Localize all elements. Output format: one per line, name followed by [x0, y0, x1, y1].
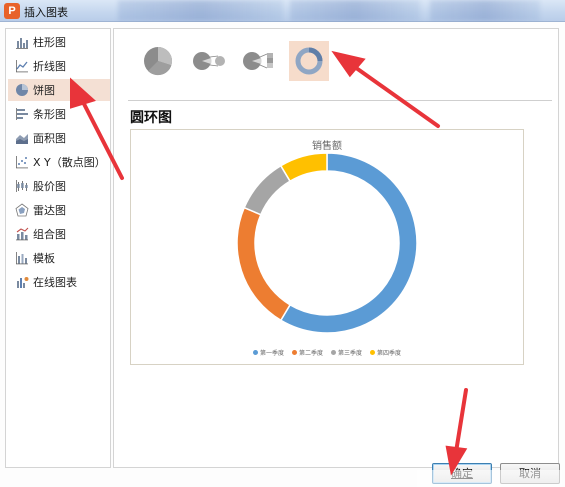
sidebar-item-label: 模板 [33, 252, 55, 265]
online-chart-icon [17, 277, 29, 288]
doughnut-slice [243, 164, 292, 216]
combo-chart-icon [16, 227, 29, 241]
ok-button-label: 确定 [451, 467, 473, 480]
bar-of-pie-subtype-icon [243, 52, 273, 70]
sidebar-item-column[interactable]: 柱形图 [8, 31, 110, 53]
legend-label: 第三季度 [338, 350, 363, 357]
sidebar-item-radar[interactable]: 雷达图 [8, 199, 110, 221]
chart-type-sidebar: 柱形图 折线图 饼图 条形图 面积图 X Y（散点图） 股价图 雷达图 组合图 … [5, 28, 111, 468]
sidebar-item-stock[interactable]: 股价图 [8, 175, 110, 197]
dialog-body: 柱形图 折线图 饼图 条形图 面积图 X Y（散点图） 股价图 雷达图 组合图 … [0, 22, 565, 487]
sidebar-item-bar[interactable]: 条形图 [8, 103, 110, 125]
legend-item: 第三季度 [331, 348, 362, 357]
legend-swatch [331, 350, 336, 355]
chart-preview: 销售额 第一季度 第二季度 第三季度 第四季度 [130, 129, 524, 365]
pie-of-pie-subtype-option[interactable] [189, 41, 229, 81]
pie-of-pie-subtype-icon [193, 52, 225, 70]
cancel-button[interactable]: 取消 [500, 463, 560, 484]
sidebar-item-line[interactable]: 折线图 [8, 55, 110, 77]
bar-chart-icon [16, 108, 28, 120]
doughnut-subtype-option[interactable] [289, 41, 329, 81]
legend-label: 第一季度 [259, 350, 284, 357]
legend-item: 第二季度 [291, 348, 323, 357]
stock-chart-icon [16, 180, 28, 192]
doughnut-slice [236, 206, 292, 322]
sidebar-item-label: 饼图 [33, 84, 55, 97]
section-divider [128, 100, 552, 101]
blurred-title-region [290, 0, 420, 21]
pie-chart-icon [16, 84, 28, 96]
section-title: 圆环图 [130, 110, 172, 126]
sidebar-item-label: 股价图 [33, 180, 66, 193]
window-title: 插入图表 [24, 6, 68, 19]
template-icon [16, 252, 28, 265]
cancel-button-label: 取消 [519, 467, 541, 480]
doughnut-slice [279, 152, 328, 183]
blurred-title-region [430, 0, 540, 21]
sidebar-item-label: 面积图 [33, 132, 66, 145]
line-chart-icon [16, 60, 28, 73]
sidebar-item-label: 在线图表 [33, 276, 77, 289]
chart-content-panel: 圆环图 销售额 第一季度 第二季度 第三季度 第四季度 [113, 28, 559, 468]
chart-legend: 第一季度 第二季度 第三季度 第四季度 [131, 348, 523, 357]
sidebar-item-label: X Y（散点图） [33, 156, 106, 169]
pie-subtype-icon [144, 47, 172, 76]
sidebar-item-area[interactable]: 面积图 [8, 127, 110, 149]
legend-swatch [370, 350, 376, 355]
doughnut-subtype-icon [295, 47, 323, 75]
radar-chart-icon [15, 203, 29, 217]
legend-swatch [252, 350, 258, 355]
sidebar-item-online[interactable]: 在线图表 [8, 271, 110, 293]
sidebar-item-label: 雷达图 [33, 204, 66, 217]
legend-swatch [291, 350, 297, 355]
title-bar: P 插入图表 [0, 0, 565, 22]
sidebar-item-template[interactable]: 模板 [8, 247, 110, 269]
area-chart-icon [16, 134, 28, 144]
legend-item: 第四季度 [370, 348, 401, 357]
legend-label: 第四季度 [377, 350, 402, 357]
legend-item: 第一季度 [252, 348, 284, 357]
doughnut-slice [279, 152, 418, 334]
app-logo-icon: P [4, 3, 20, 19]
sidebar-item-scatter[interactable]: X Y（散点图） [8, 151, 110, 173]
pie-subtype-option[interactable] [138, 41, 178, 81]
sidebar-item-label: 柱形图 [33, 36, 66, 49]
ok-button[interactable]: 确定 [432, 463, 492, 484]
sidebar-item-combo[interactable]: 组合图 [8, 223, 110, 245]
sidebar-item-label: 折线图 [33, 60, 66, 73]
column-chart-icon [16, 38, 28, 49]
doughnut-chart [236, 152, 418, 334]
sidebar-item-label: 条形图 [33, 108, 66, 121]
blurred-title-region [118, 0, 283, 21]
sidebar-item-label: 组合图 [33, 228, 66, 241]
legend-label: 第二季度 [298, 350, 323, 357]
scatter-chart-icon [16, 156, 28, 169]
bar-of-pie-subtype-option[interactable] [239, 41, 279, 81]
sidebar-item-pie[interactable]: 饼图 [8, 79, 110, 101]
